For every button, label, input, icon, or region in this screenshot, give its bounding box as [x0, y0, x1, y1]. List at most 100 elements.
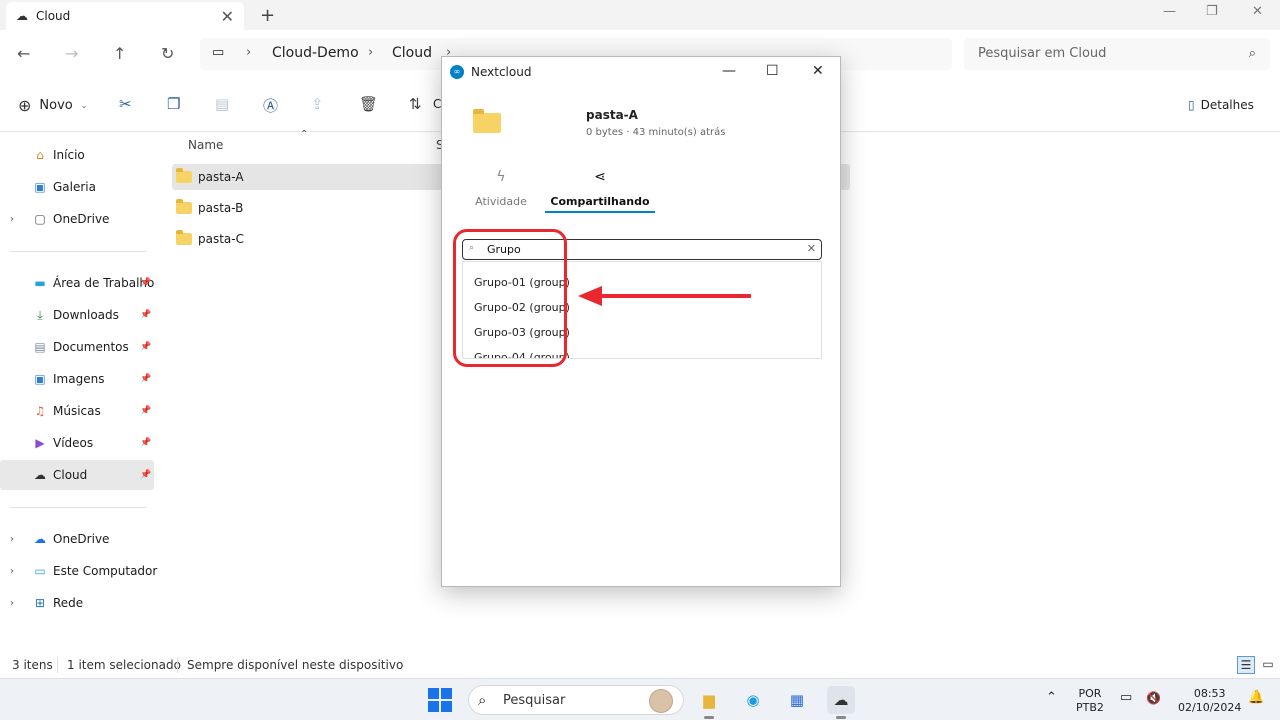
- suggestion-item[interactable]: Grupo-01 (group): [474, 276, 570, 289]
- suggestion-item[interactable]: Grupo-02 (group): [474, 301, 570, 314]
- maximize-button[interactable]: ❐: [1206, 4, 1218, 19]
- item-count: 3 itens: [12, 658, 53, 672]
- folder-icon: [176, 230, 192, 245]
- windows-start-icon[interactable]: [428, 688, 452, 712]
- notification-bell-icon[interactable]: 🔔: [1248, 691, 1264, 705]
- taskbar: ⌕ Pesquisar ▆ ◉ ▦ ☁ ⌃ POR PTB2 ▭ 🔇 08:53…: [0, 678, 1280, 720]
- tab-cloud[interactable]: ☁ Cloud ✕: [6, 2, 244, 30]
- edge-browser-icon[interactable]: ◉: [739, 686, 767, 714]
- folder-icon: [176, 199, 192, 214]
- pin-icon: 📌: [140, 470, 152, 480]
- status-divider: [177, 657, 178, 673]
- sidebar-item-musicas[interactable]: ♫ Músicas 📌: [0, 396, 154, 426]
- nextcloud-taskbar-icon[interactable]: ☁: [827, 686, 855, 714]
- rename-icon[interactable]: Ⓐ: [263, 95, 278, 116]
- running-indicator: [704, 716, 714, 719]
- new-button[interactable]: ⊕ Novo ⌄: [18, 96, 87, 115]
- details-view-icon[interactable]: ☰: [1237, 656, 1255, 674]
- sidebar-item-onedrive-files[interactable]: › ▢ OneDrive: [0, 204, 154, 234]
- back-button[interactable]: ←: [17, 44, 30, 63]
- paste-icon[interactable]: ▤: [215, 95, 229, 113]
- home-icon: ⌂: [36, 148, 44, 162]
- up-button[interactable]: ↑: [113, 44, 126, 63]
- share-search-field[interactable]: ⌕ ✕: [462, 239, 822, 260]
- sidebar-item-downloads[interactable]: ⤓ Downloads 📌: [0, 300, 154, 330]
- tiles-view-icon[interactable]: ▭: [1259, 656, 1277, 674]
- clear-icon[interactable]: ✕: [807, 242, 816, 255]
- sidebar-item-este-computador[interactable]: › ▭ Este Computador: [0, 556, 157, 586]
- chevron-right-icon: ›: [246, 45, 252, 60]
- sidebar-item-label: OneDrive: [53, 212, 110, 226]
- store-icon[interactable]: ▦: [783, 686, 811, 714]
- new-tab-button[interactable]: +: [260, 5, 275, 26]
- sidebar-item-area-de-trabalho[interactable]: ▬ Área de Trabalho 📌: [0, 268, 154, 298]
- chevron-right-icon[interactable]: ›: [10, 534, 14, 545]
- dialog-titlebar: ∞ Nextcloud — ☐ ✕: [442, 57, 840, 87]
- images-icon: ▣: [34, 372, 46, 386]
- suggestion-item[interactable]: Grupo-03 (group): [474, 326, 570, 339]
- chevron-down-icon: ⌄: [80, 101, 88, 110]
- taskbar-search[interactable]: ⌕ Pesquisar: [468, 685, 684, 715]
- sidebar-item-label: Músicas: [53, 404, 101, 418]
- sidebar-item-rede[interactable]: › ⊞ Rede: [0, 588, 154, 618]
- selection-count: 1 item selecionado: [67, 658, 181, 672]
- sidebar-item-inicio[interactable]: ⌂ Início: [0, 140, 154, 170]
- breadcrumb-cloud[interactable]: Cloud: [392, 45, 432, 61]
- dialog-maximize-button[interactable]: ☐: [766, 63, 779, 79]
- videos-icon: ▶: [35, 436, 45, 450]
- file-name: pasta-B: [198, 201, 244, 215]
- tab-close-icon[interactable]: ✕: [221, 7, 234, 26]
- chevron-right-icon[interactable]: ›: [10, 566, 14, 577]
- sidebar-item-documentos[interactable]: ▤ Documentos 📌: [0, 332, 154, 362]
- tab-sharing[interactable]: ⋖ Compartilhando: [545, 169, 655, 213]
- cut-icon[interactable]: ✂: [119, 95, 132, 113]
- copy-icon[interactable]: ❐: [167, 95, 180, 113]
- computer-icon: ▭: [34, 564, 46, 578]
- tab-sharing-label: Compartilhando: [550, 195, 650, 208]
- desktop-icon: ▬: [34, 276, 46, 290]
- breadcrumb-cloud-demo[interactable]: Cloud-Demo: [272, 45, 359, 61]
- close-window-button[interactable]: ✕: [1252, 4, 1263, 19]
- pin-icon: 📌: [140, 310, 152, 320]
- refresh-button[interactable]: ↻: [161, 44, 174, 63]
- volume-icon[interactable]: 🔇: [1146, 691, 1161, 705]
- chevron-right-icon[interactable]: ›: [10, 214, 14, 225]
- sidebar-divider: [10, 251, 146, 252]
- tab-activity[interactable]: ϟ Atividade: [446, 169, 556, 213]
- file-name: pasta-A: [198, 170, 244, 184]
- sidebar-item-cloud[interactable]: ☁ Cloud 📌: [0, 460, 154, 490]
- network-icon[interactable]: ▭: [1120, 691, 1132, 705]
- sidebar-item-galeria[interactable]: ▣ Galeria: [0, 172, 154, 202]
- onedrive-cloud-icon: ☁: [34, 532, 46, 546]
- share-icon[interactable]: ⇪: [311, 95, 324, 113]
- dialog-minimize-button[interactable]: —: [722, 63, 736, 79]
- annotation-arrow-head: [578, 286, 602, 306]
- chevron-up-icon[interactable]: ⌃: [1046, 691, 1057, 705]
- column-header-name[interactable]: Name: [188, 138, 223, 152]
- clock[interactable]: 08:53 02/10/2024: [1178, 687, 1241, 715]
- tab-title: Cloud: [36, 9, 71, 23]
- dialog-close-button[interactable]: ✕: [812, 63, 824, 79]
- language-indicator[interactable]: POR PTB2: [1076, 687, 1104, 715]
- chevron-right-icon[interactable]: ›: [10, 598, 14, 609]
- file-name: pasta-C: [198, 232, 244, 246]
- running-indicator: [836, 716, 846, 719]
- search-input[interactable]: Pesquisar em Cloud ⌕: [964, 38, 1270, 70]
- suggestion-item[interactable]: Grupo-04 (group): [474, 351, 570, 358]
- details-button[interactable]: ▯ Detalhes: [1188, 98, 1254, 112]
- sidebar-item-videos[interactable]: ▶ Vídeos 📌: [0, 428, 154, 458]
- sidebar-item-imagens[interactable]: ▣ Imagens 📌: [0, 364, 154, 394]
- file-explorer-icon[interactable]: ▆: [695, 686, 723, 714]
- delete-icon[interactable]: 🗑: [359, 95, 378, 113]
- sidebar-item-onedrive[interactable]: › ☁ OneDrive: [0, 524, 154, 554]
- status-bar: 3 itens 1 item selecionado Sempre dispon…: [0, 653, 1280, 677]
- new-label: Novo: [39, 98, 73, 113]
- forward-button[interactable]: →: [65, 44, 78, 63]
- sort-ascending-icon: ⌃: [300, 129, 309, 140]
- lightning-icon: ϟ: [496, 169, 506, 185]
- nextcloud-dialog: ∞ Nextcloud — ☐ ✕ pasta-A 0 bytes · 43 m…: [441, 56, 841, 587]
- sort-icon[interactable]: ⇅: [409, 95, 422, 113]
- search-icon: ⌕: [469, 243, 475, 253]
- share-search-input[interactable]: [487, 242, 787, 257]
- minimize-button[interactable]: —: [1163, 4, 1176, 19]
